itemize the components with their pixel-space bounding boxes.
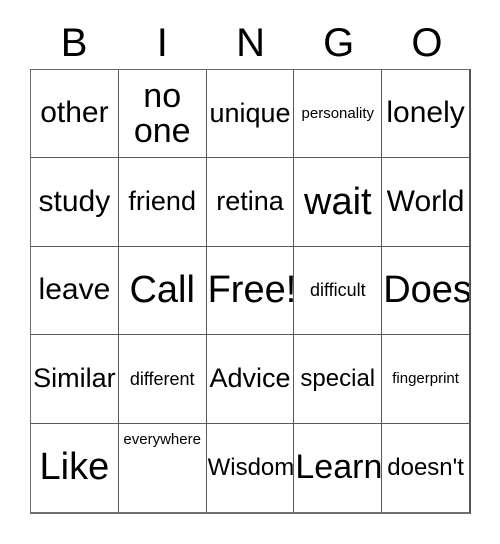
bingo-cell[interactable]: lonely: [382, 70, 469, 159]
bingo-cell[interactable]: personality: [294, 70, 383, 159]
bingo-cell[interactable]: everywhere: [118, 423, 207, 513]
bingo-cell-text: study: [38, 184, 111, 218]
bingo-cell[interactable]: study: [31, 158, 119, 247]
bingo-cell[interactable]: World: [382, 158, 469, 247]
bingo-cell-text: fingerprint: [392, 370, 459, 388]
header-letter-text: B: [60, 21, 88, 65]
bingo-cell-text: everywhere: [123, 430, 201, 448]
bingo-header-letter-g: G: [295, 18, 383, 68]
bingo-row: Similar different Advice special fingerp…: [31, 335, 469, 424]
bingo-cell[interactable]: retina: [206, 158, 295, 247]
header-letter-text: O: [411, 21, 443, 65]
bingo-cell-text: Advice: [209, 363, 291, 394]
bingo-cell-text: Free!: [207, 269, 295, 312]
bingo-cell[interactable]: wait: [294, 158, 383, 247]
bingo-cell-text: Wisdom: [207, 453, 295, 481]
header-letter-text: N: [236, 21, 265, 65]
bingo-header-letter-b: B: [30, 18, 118, 68]
bingo-row: Like everywhere Wisdom Learn doesn't: [31, 423, 469, 513]
bingo-cell-text: World: [386, 184, 465, 218]
bingo-cell[interactable]: fingerprint: [382, 335, 469, 424]
bingo-cell[interactable]: Advice: [206, 335, 295, 424]
bingo-cell[interactable]: other: [31, 70, 119, 159]
bingo-cell[interactable]: unique: [206, 70, 295, 159]
bingo-cell-text: lonely: [386, 96, 465, 130]
bingo-cell-text: Call: [129, 269, 195, 312]
bingo-cell[interactable]: friend: [118, 158, 207, 247]
bingo-grid: other no one unique personality lonely s…: [30, 69, 471, 514]
header-letter-text: G: [323, 21, 355, 65]
bingo-row: other no one unique personality lonely: [31, 70, 469, 159]
header-letter-text: I: [156, 21, 168, 65]
bingo-row: leave Call Free! difficult Does: [31, 246, 469, 336]
bingo-cell-text: different: [129, 368, 195, 389]
bingo-cell[interactable]: special: [294, 335, 383, 424]
bingo-cell[interactable]: Wisdom: [206, 423, 295, 513]
bingo-header: B I N G O: [30, 18, 471, 68]
bingo-cell[interactable]: different: [118, 335, 207, 424]
bingo-cell[interactable]: leave: [31, 246, 119, 336]
bingo-cell[interactable]: doesn't: [382, 423, 469, 513]
bingo-cell-text: Does: [383, 269, 469, 312]
bingo-cell-text: retina: [216, 186, 284, 217]
bingo-header-letter-i: I: [118, 18, 206, 68]
bingo-card: B I N G O other no one unique personalit…: [0, 0, 500, 544]
bingo-row: study friend retina wait World: [31, 158, 469, 247]
bingo-cell-text: other: [40, 96, 109, 130]
bingo-cell-free[interactable]: Free!: [206, 246, 295, 336]
bingo-cell[interactable]: Does: [382, 246, 469, 336]
bingo-cell[interactable]: no one: [118, 70, 207, 159]
bingo-cell-text: personality: [301, 105, 375, 123]
bingo-cell-text: Similar: [33, 363, 116, 394]
bingo-header-letter-o: O: [383, 18, 471, 68]
bingo-cell-text: special: [300, 364, 376, 392]
bingo-cell[interactable]: Call: [118, 246, 207, 336]
bingo-cell[interactable]: difficult: [294, 246, 383, 336]
bingo-cell-text: friend: [128, 186, 196, 217]
bingo-cell-text: unique: [209, 97, 291, 128]
bingo-header-letter-n: N: [206, 18, 294, 68]
bingo-cell[interactable]: Similar: [31, 335, 119, 424]
bingo-cell-text: doesn't: [387, 453, 464, 481]
bingo-cell-text: difficult: [309, 280, 366, 301]
bingo-cell-text: Learn: [295, 448, 383, 487]
bingo-cell[interactable]: Like: [31, 423, 119, 513]
bingo-cell[interactable]: Learn: [294, 423, 383, 513]
bingo-cell-text: Like: [39, 446, 110, 489]
bingo-cell-text: leave: [38, 273, 111, 307]
bingo-cell-text: no one: [133, 77, 191, 150]
bingo-cell-text: wait: [304, 180, 372, 223]
